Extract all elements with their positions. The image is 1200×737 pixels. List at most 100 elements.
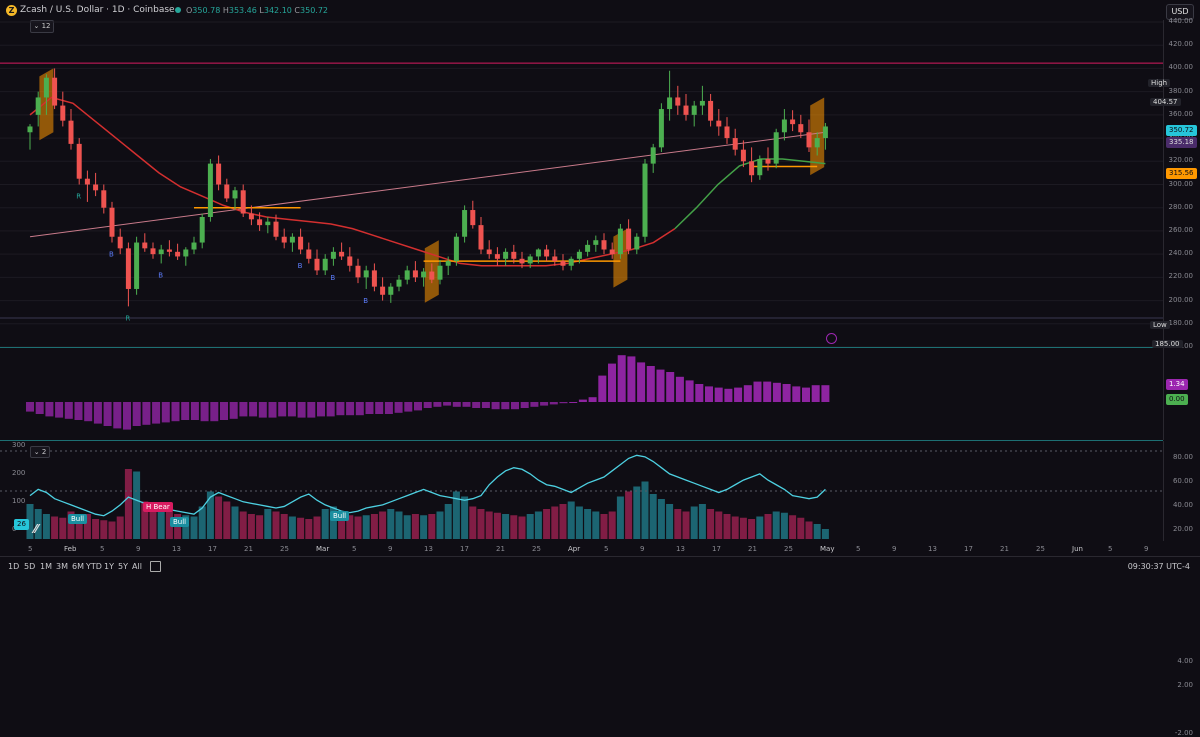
pane-separator[interactable] xyxy=(0,440,1163,441)
volume-legend-collapse[interactable]: ⌄ 2 xyxy=(30,446,50,458)
time-tick-label: 25 xyxy=(784,545,793,553)
candle-body xyxy=(347,256,353,266)
oscillator-bar xyxy=(763,381,772,402)
timeframe-3m[interactable]: 3M xyxy=(56,562,68,571)
candle-body xyxy=(404,270,410,280)
oscillator-bar xyxy=(123,402,131,430)
pane-separator[interactable] xyxy=(0,347,1163,348)
volume-bar xyxy=(797,517,805,539)
oscillator-bar xyxy=(394,402,403,413)
oscillator-bar xyxy=(161,402,170,423)
time-tick-label: 13 xyxy=(424,545,433,553)
candle-body xyxy=(544,249,550,257)
oscillator-bar xyxy=(588,397,597,402)
candle-body xyxy=(650,147,656,164)
oscillator-bar xyxy=(675,376,684,402)
candle-body xyxy=(708,100,714,121)
volume-bar xyxy=(297,517,305,539)
market-status-icon xyxy=(175,7,181,13)
price-chart[interactable]: B B B B B R R xyxy=(0,20,1163,555)
candle-body xyxy=(429,271,435,280)
time-tick-label: 13 xyxy=(676,545,685,553)
symbol-title[interactable]: Zcash / U.S. Dollar · 1D · Coinbase xyxy=(20,5,175,15)
oscillator-bar xyxy=(268,402,277,418)
oscillator-bar xyxy=(414,402,422,411)
volume-tick-label: 300 xyxy=(12,441,26,449)
candle-body xyxy=(281,236,287,243)
low-value: 342.10 xyxy=(263,6,292,15)
lightning-icon[interactable] xyxy=(826,333,837,344)
oscillator-bar xyxy=(74,402,83,420)
oscillator-bar xyxy=(491,402,500,410)
date-range-icon[interactable] xyxy=(150,561,161,572)
price-tick-label: 200.00 xyxy=(1168,295,1194,304)
volume-bar xyxy=(436,511,444,539)
candle-body xyxy=(601,240,607,250)
candle-body xyxy=(355,265,361,278)
candle-body xyxy=(35,97,41,115)
candle-body xyxy=(765,158,771,164)
volume-bar xyxy=(739,517,747,539)
oscillator-bar xyxy=(152,402,161,424)
candle-body xyxy=(363,270,369,278)
indicator-axis[interactable]: 80.00 60.00 40.00 20.00 xyxy=(1163,441,1200,541)
volume-bar xyxy=(534,511,542,539)
oscillator-bar xyxy=(724,388,733,402)
candle-body xyxy=(642,163,648,237)
candle-body xyxy=(724,126,730,139)
oscillator-bar xyxy=(578,399,587,402)
oscillator-bar xyxy=(617,355,626,402)
candle-body xyxy=(568,258,574,266)
volume-tick-label: 200 xyxy=(12,469,26,477)
candle-body xyxy=(421,271,427,278)
volume-bar xyxy=(321,509,329,539)
candle-body xyxy=(109,207,115,237)
timeframe-5d[interactable]: 5D xyxy=(24,562,35,571)
volume-bar xyxy=(108,521,116,539)
signal-marker: B xyxy=(330,274,335,282)
oscillator-bar xyxy=(540,402,549,406)
volume-bar xyxy=(395,511,403,539)
timeframe-1m[interactable]: 1M xyxy=(40,562,52,571)
volume-bar xyxy=(42,514,50,539)
candle-body xyxy=(609,249,615,255)
price-tick-label: 440.00 xyxy=(1168,17,1194,25)
oscillator-bar xyxy=(200,402,209,422)
time-tick-label: 9 xyxy=(388,545,393,553)
time-tick-label: 9 xyxy=(1144,545,1149,553)
zcash-coin-icon: Z xyxy=(6,5,17,16)
candle-body xyxy=(798,124,804,133)
time-axis[interactable]: 5 Feb 5 9 13 17 21 25 Mar 5 9 13 17 21 25 Apr 5 9 13 17 21 25… xyxy=(0,541,1163,556)
candle-body xyxy=(101,190,107,208)
close-value: 350.72 xyxy=(300,6,329,15)
candle-body xyxy=(552,256,558,262)
volume-bar xyxy=(657,499,665,539)
timeframe-ytd[interactable]: YTD xyxy=(86,562,102,571)
volume-bar xyxy=(206,491,214,539)
timeframe-1y[interactable]: 1Y xyxy=(104,562,114,571)
signal-marker: B xyxy=(363,297,368,305)
oscillator-bar xyxy=(598,375,607,402)
time-tick-label: Feb xyxy=(64,545,77,553)
timeframe-5y[interactable]: 5Y xyxy=(118,562,128,571)
volume-bar xyxy=(666,504,674,539)
oscillator-bar xyxy=(666,372,675,402)
signal-marker: R xyxy=(125,314,130,322)
time-tick-label: 13 xyxy=(928,545,937,553)
oscillator-bar xyxy=(93,402,102,424)
candle-body xyxy=(699,100,705,106)
timeframe-all[interactable]: All xyxy=(132,562,142,571)
oscillator-bar xyxy=(452,402,461,407)
candle-body xyxy=(585,244,591,252)
oscillator-bar xyxy=(190,402,199,420)
volume-tick-label: 100 xyxy=(12,497,26,505)
candle-body xyxy=(52,77,58,106)
candle-body xyxy=(732,138,738,150)
volume-legend-count: 2 xyxy=(41,448,47,456)
timeframe-1d[interactable]: 1D xyxy=(8,562,19,571)
volume-bar xyxy=(354,516,362,539)
oscillator-bar xyxy=(35,402,44,414)
oscillator-bar xyxy=(656,369,665,402)
volume-bar xyxy=(461,496,469,539)
timeframe-6m[interactable]: 6M xyxy=(72,562,84,571)
